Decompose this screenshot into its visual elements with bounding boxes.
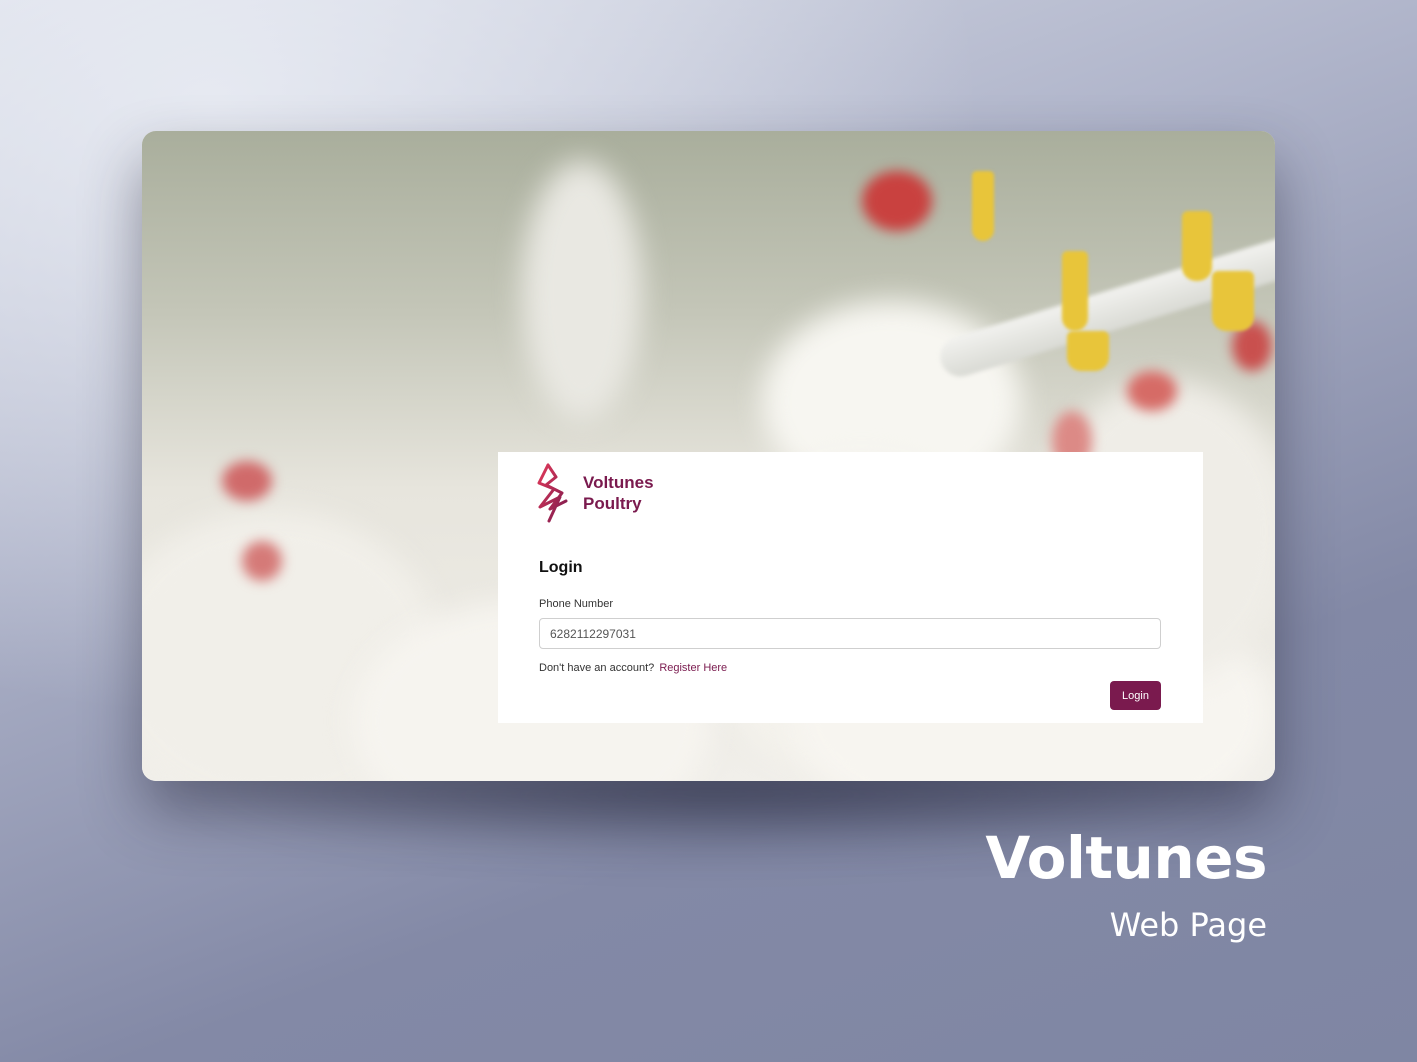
brand-name-line1: Voltunes (583, 473, 654, 492)
caption-title: Voltunes (985, 824, 1267, 892)
register-prompt: Don't have an account? Register Here (539, 662, 727, 674)
caption-subtitle: Web Page (1109, 906, 1267, 944)
brand-name-line2: Poultry (583, 494, 642, 513)
login-card: Voltunes Poultry Login Phone Number Don'… (498, 452, 1203, 723)
register-link[interactable]: Register Here (659, 662, 727, 674)
brand-logo: Voltunes Poultry (536, 463, 654, 523)
phone-number-input[interactable] (539, 618, 1161, 649)
phone-number-label: Phone Number (539, 598, 613, 610)
lightning-bolt-icon (537, 463, 568, 523)
register-prompt-text: Don't have an account? (539, 662, 655, 674)
login-title: Login (539, 559, 583, 576)
browser-frame: Voltunes Poultry Login Phone Number Don'… (142, 131, 1275, 781)
login-button[interactable]: Login (1110, 681, 1161, 710)
